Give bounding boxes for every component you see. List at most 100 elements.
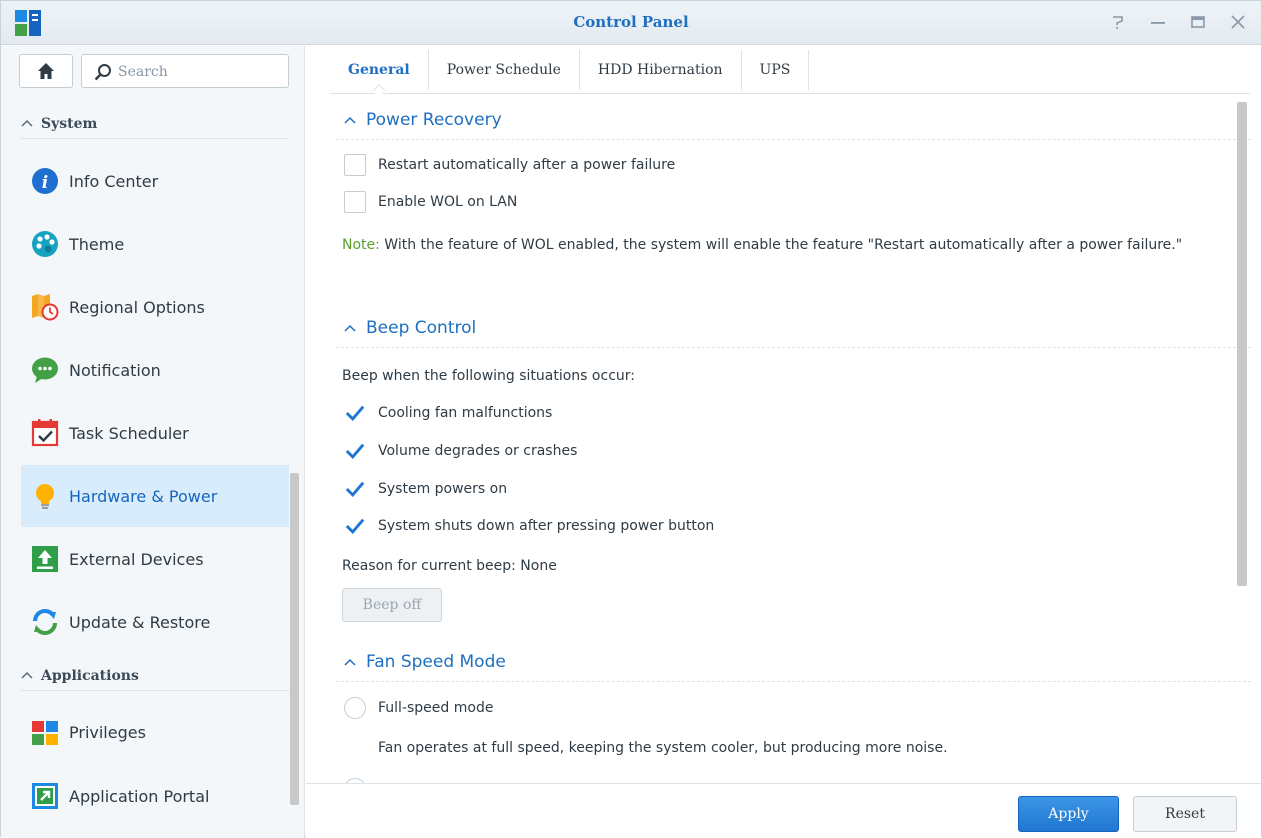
svg-text:i: i [42,173,48,193]
chevron-up-icon [344,658,356,666]
tab-power-schedule[interactable]: Power Schedule [429,50,580,90]
beep-reason: Reason for current beep: None [342,558,557,574]
section-title: System [41,115,98,132]
chevron-up-icon [344,116,356,124]
divider [336,139,1251,140]
chevron-up-icon [21,669,33,682]
checkmark-icon [345,481,365,498]
window-title: Control Panel [573,13,689,31]
section-header-power-recovery[interactable]: Power Recovery [344,110,502,130]
sidebar-item-label: Hardware & Power [69,486,218,506]
settings-content: Power Recovery Restart automatically aft… [306,102,1261,826]
sidebar-item-update-restore[interactable]: Update & Restore [21,591,289,653]
option-volume-degrades[interactable]: Volume degrades or crashes [344,440,577,462]
sidebar-item-label: Task Scheduler [69,423,189,443]
sidebar-item-label: Regional Options [69,297,205,317]
maximize-icon[interactable] [1189,11,1207,33]
checkbox[interactable] [344,154,366,176]
tab-ups[interactable]: UPS [742,50,810,90]
sidebar-item-label: External Devices [69,549,204,569]
checkmark-icon [345,443,365,460]
section-header-system[interactable]: System [21,109,289,139]
option-system-shuts-down[interactable]: System shuts down after pressing power b… [344,515,714,537]
tab-general[interactable]: General [330,50,429,90]
reset-button[interactable]: Reset [1133,796,1237,832]
sidebar-item-info-center[interactable]: i Info Center [21,150,289,212]
sidebar-scrollbar[interactable] [290,473,299,805]
sidebar-item-label: Info Center [69,171,159,191]
footer-bar: Apply Reset [306,783,1261,838]
section-title: Fan Speed Mode [366,652,506,672]
section-title: Power Recovery [366,110,502,130]
regional-options-icon [32,294,59,321]
option-full-speed-mode[interactable]: Full-speed mode [344,697,493,719]
sidebar-item-hardware-power[interactable]: Hardware & Power [21,465,289,527]
sidebar-item-task-scheduler[interactable]: Task Scheduler [21,402,289,464]
calendar-check-icon [31,419,59,447]
sidebar-item-privileges[interactable]: Privileges [21,701,289,763]
checkbox-checked[interactable] [344,478,366,500]
sidebar-item-application-portal[interactable]: Application Portal [21,765,289,827]
radio-button[interactable] [344,697,366,719]
content-scrollbar[interactable] [1237,102,1247,586]
search-box[interactable] [81,54,289,88]
window-controls [1109,11,1247,33]
divider [336,347,1251,348]
option-label: Cooling fan malfunctions [378,405,553,421]
info-icon: i [32,168,58,194]
divider [336,681,1251,682]
beep-intro: Beep when the following situations occur… [342,368,635,384]
apply-button[interactable]: Apply [1018,796,1119,832]
section-header-fan-speed-mode[interactable]: Fan Speed Mode [344,652,506,672]
chat-bubble-icon [32,357,58,383]
checkmark-icon [345,518,365,535]
sidebar-item-label: Theme [69,234,125,254]
section-header-beep-control[interactable]: Beep Control [344,318,476,338]
section-header-applications[interactable]: Applications [21,661,289,691]
minimize-icon[interactable] [1149,11,1167,33]
portal-arrow-icon [32,783,58,809]
option-label: Full-speed mode [378,700,494,716]
option-system-powers-on[interactable]: System powers on [344,478,507,500]
checkmark-icon [345,405,365,422]
palette-icon [32,231,58,257]
checkbox[interactable] [344,191,366,213]
checkbox-checked[interactable] [344,440,366,462]
privileges-icon [32,721,58,745]
section-title: Applications [41,667,139,684]
home-button[interactable] [19,54,73,88]
home-icon [38,63,54,79]
section-title: Beep Control [366,318,477,338]
option-label: Restart automatically after a power fail… [378,157,676,173]
option-cooling-fan[interactable]: Cooling fan malfunctions [344,402,552,424]
option-restart-after-power-failure[interactable]: Restart automatically after a power fail… [344,154,675,176]
title-bar: Control Panel [1,1,1261,45]
sidebar-item-notification[interactable]: Notification [21,339,289,401]
refresh-icon [33,609,57,635]
tab-bar: General Power Schedule HDD Hibernation U… [330,50,1250,94]
checkbox-checked[interactable] [344,402,366,424]
sidebar-item-external-devices[interactable]: External Devices [21,528,289,590]
search-input[interactable] [118,61,278,83]
chevron-up-icon [21,117,33,130]
lightbulb-icon [36,484,54,509]
option-enable-wol[interactable]: Enable WOL on LAN [344,191,517,213]
sidebar-item-regional-options[interactable]: Regional Options [21,276,289,338]
option-label: Volume degrades or crashes [378,443,578,459]
control-panel-window: Control Panel Search System i Info Cente… [0,0,1262,838]
option-label: Enable WOL on LAN [378,194,518,210]
option-label: System shuts down after pressing power b… [378,518,715,534]
sidebar-item-label: Application Portal [69,786,210,806]
main-panel: General Power Schedule HDD Hibernation U… [306,46,1261,838]
note-label: Note: [342,237,380,253]
sidebar-item-label: Notification [69,360,161,380]
checkbox-checked[interactable] [344,515,366,537]
sidebar-item-label: Update & Restore [69,612,211,632]
search-icon [94,64,111,81]
beep-off-button[interactable]: Beep off [342,588,442,622]
sidebar-item-theme[interactable]: Theme [21,213,289,275]
close-icon[interactable] [1229,11,1247,33]
help-icon[interactable] [1109,11,1127,33]
tab-hdd-hibernation[interactable]: HDD Hibernation [580,50,742,90]
note-text: Note: With the feature of WOL enabled, t… [342,232,1222,258]
